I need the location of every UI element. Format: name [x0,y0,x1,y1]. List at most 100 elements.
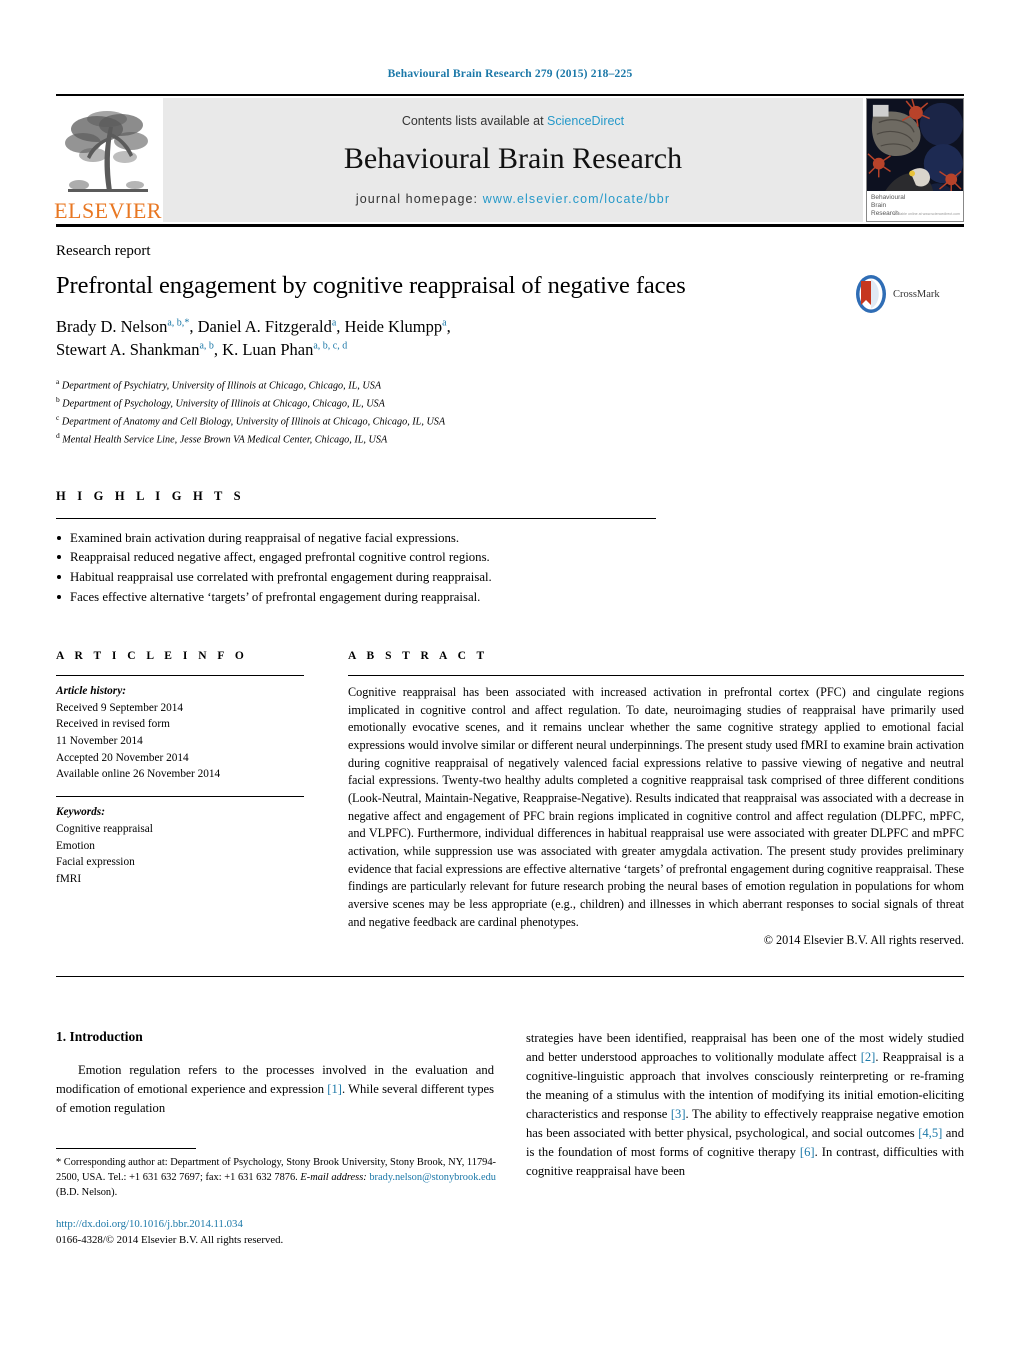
affiliation-text: Mental Health Service Line, Jesse Brown … [62,434,388,446]
keywords-separator [56,796,304,798]
title-row: Prefrontal engagement by cognitive reapp… [56,272,964,362]
masthead-bottom-rule [56,224,964,227]
author-shankman-affil[interactable]: a, b [199,340,213,351]
history-item: Available online 26 November 2014 [56,768,221,781]
list-item: Habitual reappraisal use correlated with… [56,568,964,588]
keywords-block: Keywords: Cognitive reappraisal Emotion … [56,804,304,888]
author-shankman: Stewart A. Shankman [56,339,200,359]
doi-block: http://dx.doi.org/10.1016/j.bbr.2014.11.… [56,1216,496,1248]
keyword-item: fMRI [56,873,82,886]
article-kind: Research report [56,243,151,259]
author-list: Brady D. Nelsona, b,*, Daniel A. Fitzger… [56,316,854,362]
history-item: Received 9 September 2014 [56,701,184,714]
citation-1[interactable]: [1] [327,1082,342,1096]
affiliation-mark: c [56,413,60,423]
author-line-2: Stewart A. Shankmana, b, K. Luan Phana, … [56,339,854,362]
keyword-item: Emotion [56,839,95,852]
highlights-heading: H I G H L I G H T S [56,488,245,503]
history-item: 11 November 2014 [56,734,143,747]
history-item: Accepted 20 November 2014 [56,751,189,764]
article-history-block: Article history: Received 9 September 20… [56,683,304,783]
contents-available-line: Contents lists available at ScienceDirec… [402,114,624,128]
author-nelson-affil[interactable]: a, b, [167,318,184,329]
crossmark-badge[interactable]: CrossMark [854,272,964,314]
list-item: Reappraisal reduced negative affect, eng… [56,548,964,568]
citation-4-5[interactable]: [4,5] [918,1126,942,1140]
elsevier-tree-icon [65,111,148,192]
homepage-prefix: journal homepage: [355,192,483,206]
affiliation-text: Department of Psychology, University of … [62,398,385,410]
journal-homepage-link[interactable]: www.elsevier.com/locate/bbr [483,192,670,206]
affiliation-mark: a [56,376,60,386]
affiliation-list: a Department of Psychiatry, University o… [56,376,964,449]
abstract-heading: A B S T R A C T [348,649,489,662]
journal-cover-thumbnail: Behavioural Brain Research available onl… [866,98,964,222]
author-nelson: Brady D. Nelson [56,317,168,337]
author-line-1: Brady D. Nelsona, b,*, Daniel A. Fitzger… [56,316,854,339]
body-column-right: strategies have been identified, reappra… [526,1029,964,1180]
citation-6[interactable]: [6] [800,1145,815,1159]
issn-copyright-line: 0166-4328/© 2014 Elsevier B.V. All right… [56,1234,284,1247]
affiliation-mark: b [56,394,60,404]
cover-caption-tiny: available online at www.sciencedirect.co… [892,212,960,216]
abstract-bottom-rule [56,976,964,978]
affiliation-text: Department of Anatomy and Cell Biology, … [61,416,446,428]
intro-paragraph-left: Emotion regulation refers to the process… [56,1061,494,1118]
list-item: Faces effective alternative ‘targets’ of… [56,588,964,608]
highlights-list: Examined brain activation during reappra… [56,529,964,608]
affiliation-item: a Department of Psychiatry, University o… [56,376,964,394]
sciencedirect-link[interactable]: ScienceDirect [547,114,624,128]
footnote-area: * Corresponding author at: Department of… [56,1148,496,1249]
affiliation-item: c Department of Anatomy and Cell Biology… [56,412,964,430]
cover-caption-line2: Brain [871,202,887,209]
affiliation-mark: d [56,431,60,441]
article-info-heading: A R T I C L E I N F O [56,649,248,662]
keyword-item: Cognitive reappraisal [56,822,153,835]
article-info-rule [56,674,304,676]
elsevier-wordmark: ELSEVIER [54,198,162,223]
highlights-rule [56,517,656,519]
abstract-rule [348,674,964,676]
crossmark-icon [856,275,886,313]
affiliation-item: d Mental Health Service Line, Jesse Brow… [56,430,964,448]
email-suffix: (B.D. Nelson). [56,1187,118,1199]
citation-3[interactable]: [3] [671,1107,686,1121]
abstract-copyright: © 2014 Elsevier B.V. All rights reserved… [763,933,964,948]
contents-prefix: Contents lists available at [401,114,548,128]
list-item: Examined brain activation during reappra… [56,529,964,549]
citation-2[interactable]: [2] [861,1050,876,1064]
crossmark-label: CrossMark [893,288,940,300]
page-title: Prefrontal engagement by cognitive reapp… [56,272,686,299]
keywords-label: Keywords: [56,806,105,819]
elsevier-logo: ELSEVIER [54,96,162,224]
keyword-item: Facial expression [56,856,135,869]
intro-paragraph-right: strategies have been identified, reappra… [526,1029,964,1180]
author-klumpp: , Heide Klumpp [336,317,443,337]
author-fitzgerald: , Daniel A. Fitzgerald [189,317,332,337]
abstract-column: A B S T R A C T Cognitive reappraisal ha… [348,650,964,949]
running-head: Behavioural Brain Research 279 (2015) 21… [387,68,633,80]
history-item: Received in revised form [56,718,170,731]
corresponding-author-footnote: * Corresponding author at: Department of… [56,1155,496,1200]
affiliation-text: Department of Psychiatry, University of … [61,380,382,392]
abstract-text: Cognitive reappraisal has been associate… [348,684,964,929]
paper-page: Behavioural Brain Research 279 (2015) 21… [0,0,1020,1351]
email-address-label: E-mail address: [300,1172,367,1184]
author-phan-affil[interactable]: a, b, c, d [313,340,347,351]
masthead-center: Contents lists available at ScienceDirec… [163,98,863,222]
section-heading-introduction: 1. Introduction [56,1029,143,1045]
author-phan: , K. Luan Phan [213,339,314,359]
article-history-label: Article history: [56,684,126,697]
journal-homepage-line: journal homepage: www.elsevier.com/locat… [356,192,670,206]
article-info-column: A R T I C L E I N F O Article history: R… [56,650,304,949]
footnote-rule [56,1148,196,1149]
author-line1-end: , [446,317,451,337]
email-link[interactable]: brady.nelson@stonybrook.edu [369,1172,496,1183]
info-abstract-section: A R T I C L E I N F O Article history: R… [56,650,964,949]
cover-caption: Behavioural Brain Research available onl… [867,191,963,221]
journal-masthead: ELSEVIER Contents lists available at Sci… [54,94,964,224]
affiliation-item: b Department of Psychology, University o… [56,394,964,412]
journal-title: Behavioural Brain Research [343,142,683,175]
cover-caption-line1: Behavioural [871,194,906,201]
doi-link[interactable]: http://dx.doi.org/10.1016/j.bbr.2014.11.… [56,1216,496,1232]
